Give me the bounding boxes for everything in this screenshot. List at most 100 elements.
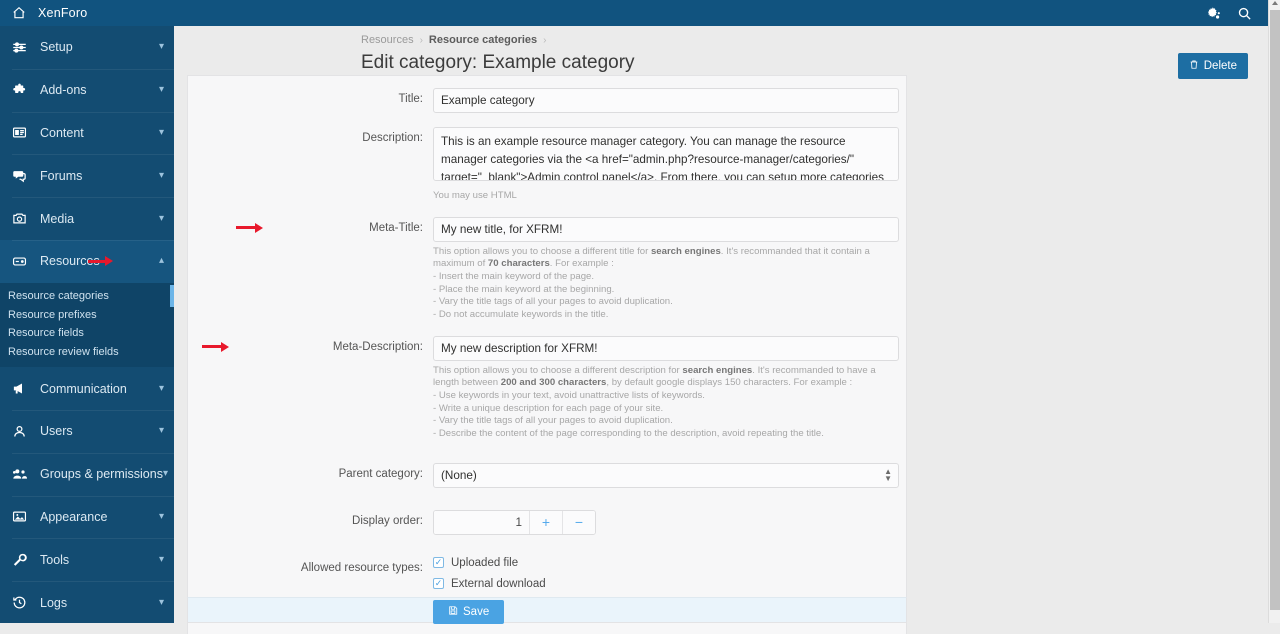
sidebar-item-appearance[interactable]: Appearance ▾ bbox=[0, 495, 174, 539]
sidebar-item-groups-permissions[interactable]: Groups & permissions ▾ bbox=[0, 452, 174, 496]
sidebar-item-resource-categories[interactable]: Resource categories bbox=[0, 284, 174, 307]
checkbox-uploaded-file[interactable]: ✓ Uploaded file bbox=[433, 557, 899, 569]
display-order-label: Display order: bbox=[352, 514, 423, 527]
title-label: Title: bbox=[398, 93, 424, 105]
sidebar-item-resource-review-fields[interactable]: Resource review fields bbox=[0, 343, 174, 362]
breadcrumb: Resources › Resource categories › bbox=[174, 26, 1268, 46]
display-order-decrement-button[interactable]: − bbox=[562, 510, 595, 534]
sidebar-item-media[interactable]: Media ▾ bbox=[0, 197, 174, 240]
sliders-icon bbox=[12, 40, 34, 55]
subnav-label: Resource prefixes bbox=[8, 308, 97, 321]
hint-part: This option allows you to choose a diffe… bbox=[433, 245, 651, 257]
save-button-label: Save bbox=[463, 606, 490, 618]
search-icon[interactable] bbox=[1237, 6, 1252, 21]
parent-category-select[interactable]: (None) bbox=[433, 462, 899, 488]
category-edit-form: Title: Description: This is an example r… bbox=[187, 75, 907, 634]
checkbox-check-icon: ✓ bbox=[433, 557, 444, 569]
user-icon bbox=[12, 424, 34, 439]
sidebar-item-label: Add-ons bbox=[40, 83, 87, 98]
sidebar-item-communication[interactable]: Communication ▾ bbox=[0, 367, 174, 410]
hint-line: - Insert the main keyword of the page. bbox=[433, 270, 595, 282]
chevron-down-icon: ▾ bbox=[158, 596, 164, 608]
chevron-down-icon: ▾ bbox=[158, 382, 164, 394]
form-row-title: Title: bbox=[188, 88, 906, 113]
megaphone-icon bbox=[12, 381, 34, 396]
title-input[interactable] bbox=[433, 88, 899, 113]
checkbox-external-download[interactable]: ✓ External download bbox=[433, 578, 899, 590]
breadcrumb-separator-icon: › bbox=[543, 34, 547, 46]
hint-line: - Vary the title tags of all your pages … bbox=[433, 296, 673, 308]
sidebar-item-add-ons[interactable]: Add-ons ▾ bbox=[0, 68, 174, 112]
hint-line: - Write a unique description for each pa… bbox=[433, 402, 664, 414]
resources-icon bbox=[12, 254, 34, 269]
forums-icon bbox=[12, 168, 34, 183]
delete-button[interactable]: Delete bbox=[1177, 53, 1248, 79]
hint-line: - Vary the title tags of all your pages … bbox=[433, 415, 673, 427]
checkbox-label: External download bbox=[451, 577, 546, 590]
form-footer: Save bbox=[187, 597, 907, 624]
meta-title-label: Meta-Title: bbox=[188, 217, 433, 322]
save-button[interactable]: Save bbox=[433, 600, 505, 624]
hint-bold: search engines bbox=[682, 364, 753, 376]
display-order-input[interactable] bbox=[434, 510, 529, 534]
form-row-display-order: Display order: + − bbox=[188, 509, 906, 535]
breadcrumb-item-resources[interactable]: Resources bbox=[361, 34, 414, 46]
wrench-icon bbox=[12, 552, 34, 567]
sidebar-item-users[interactable]: Users ▾ bbox=[0, 409, 174, 453]
chevron-down-icon: ▾ bbox=[162, 468, 168, 480]
sidebar-item-tools[interactable]: Tools ▾ bbox=[0, 538, 174, 581]
chevron-down-icon: ▾ bbox=[158, 510, 164, 522]
description-label: Description: bbox=[362, 132, 423, 144]
hint-line: - Use keywords in your text, avoid unatt… bbox=[433, 389, 705, 401]
vertical-scrollbar[interactable] bbox=[1268, 0, 1280, 623]
sidebar-item-label: Tools bbox=[40, 552, 70, 567]
breadcrumb-item-resource-categories[interactable]: Resource categories bbox=[429, 34, 537, 46]
sidebar-item-logs[interactable]: Logs ▾ bbox=[0, 581, 174, 623]
scrollbar-thumb[interactable] bbox=[1270, 10, 1280, 610]
chevron-down-icon: ▾ bbox=[158, 553, 164, 565]
description-textarea[interactable]: This is an example resource manager cate… bbox=[433, 127, 899, 181]
chevron-down-icon: ▾ bbox=[158, 212, 164, 224]
sidebar-item-label: Setup bbox=[40, 40, 73, 55]
meta-title-input[interactable] bbox=[433, 216, 899, 242]
sidebar-item-setup[interactable]: Setup ▾ bbox=[0, 26, 174, 69]
checkbox-check-icon: ✓ bbox=[433, 578, 444, 590]
chevron-down-icon: ▾ bbox=[158, 84, 164, 96]
sidebar-item-content[interactable]: Content ▾ bbox=[0, 111, 174, 155]
meta-description-label-text: Meta-Description: bbox=[332, 340, 423, 353]
display-order-increment-button[interactable]: + bbox=[529, 510, 562, 534]
subnav-label: Resource review fields bbox=[8, 345, 119, 358]
sidebar-item-label: Forums bbox=[40, 168, 83, 183]
hint-bold: 200 and 300 characters bbox=[500, 377, 607, 389]
meta-title-hint: This option allows you to choose a diffe… bbox=[433, 246, 899, 322]
subnav-label: Resource fields bbox=[8, 327, 84, 340]
sidebar-item-label: Media bbox=[40, 211, 75, 226]
checkbox-label: Uploaded file bbox=[451, 556, 519, 569]
sidebar-item-forums[interactable]: Forums ▾ bbox=[0, 154, 174, 197]
hint-part: . For example : bbox=[549, 258, 614, 270]
chevron-down-icon: ▾ bbox=[158, 41, 164, 53]
sidebar: Setup ▾ Add-ons ▾ Content ▾ Forums ▾ Med… bbox=[0, 26, 174, 623]
form-row-parent-category: Parent category: (None) ▲ ▼ bbox=[188, 462, 906, 488]
annotation-arrow-meta-title bbox=[236, 222, 263, 233]
sidebar-item-resource-prefixes[interactable]: Resource prefixes bbox=[0, 305, 174, 324]
form-row-meta-title: Meta-Title: This option allows you to ch… bbox=[188, 216, 906, 322]
hint-part: , by default google displays 150 charact… bbox=[606, 377, 853, 389]
chevron-down-icon: ▾ bbox=[158, 126, 164, 138]
image-icon bbox=[12, 509, 34, 524]
annotation-arrow-meta-description bbox=[202, 341, 229, 352]
meta-description-input[interactable] bbox=[433, 335, 899, 361]
sidebar-item-label: Appearance bbox=[40, 509, 108, 524]
chevron-down-icon: ▾ bbox=[158, 425, 164, 437]
sidebar-item-resources[interactable]: Resources ▴ bbox=[0, 239, 174, 283]
form-row-description: Description: This is an example resource… bbox=[188, 127, 906, 203]
content-icon bbox=[12, 125, 34, 140]
chevron-down-icon: ▾ bbox=[158, 169, 164, 181]
sidebar-item-resource-fields[interactable]: Resource fields bbox=[0, 324, 174, 343]
home-icon[interactable] bbox=[4, 6, 34, 20]
sidebar-item-label: Users bbox=[40, 424, 73, 439]
sidebar-item-label: Communication bbox=[40, 381, 127, 396]
top-bar: XenForo bbox=[0, 0, 1268, 26]
addons-gear-icon[interactable] bbox=[1206, 6, 1221, 21]
scroll-up-arrow-icon[interactable] bbox=[1272, 1, 1278, 5]
